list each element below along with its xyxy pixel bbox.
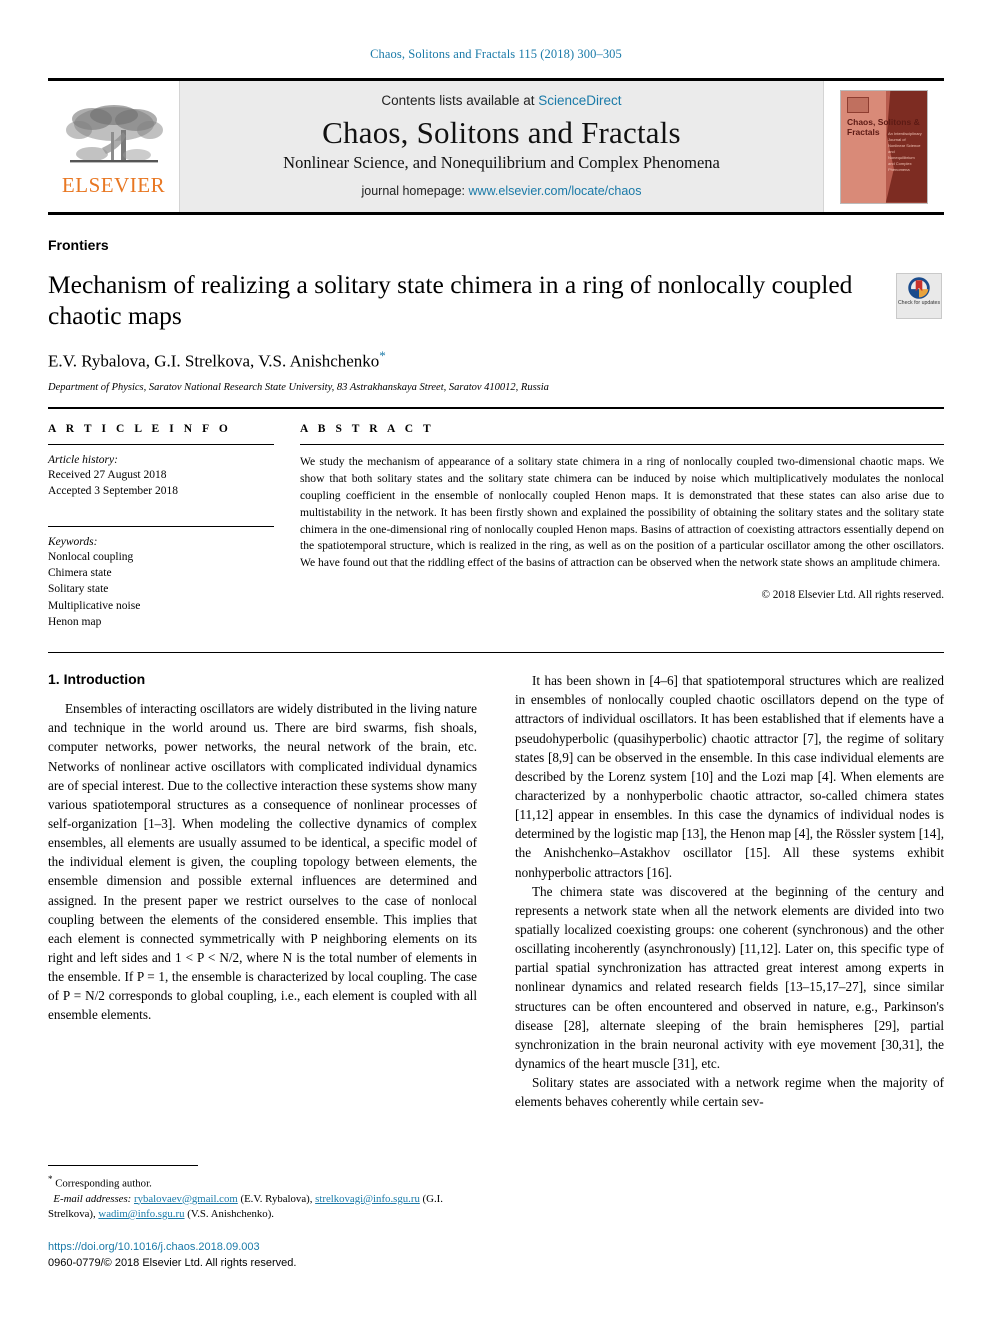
body-right-column: It has been shown in [4–6] that spatiote… xyxy=(515,671,944,1111)
email-link[interactable]: wadim@info.sgu.ru xyxy=(98,1208,184,1220)
contents-available-line: Contents lists available at ScienceDirec… xyxy=(381,93,621,108)
journal-cover-thumbnail: Chaos, Solitons & Fractals An Interdisci… xyxy=(823,81,944,212)
abstract-column: A B S T R A C T We study the mechanism o… xyxy=(300,423,944,630)
contents-prefix: Contents lists available at xyxy=(381,93,535,109)
corresponding-author-note: * Corresponding author. xyxy=(48,1173,473,1192)
cover-image: Chaos, Solitons & Fractals An Interdisci… xyxy=(840,89,928,204)
footnote-block: * Corresponding author. E-mail addresses… xyxy=(48,1164,473,1271)
keyword-item: Solitary state xyxy=(48,583,109,596)
journal-subtitle: Nonlinear Science, and Nonequilibrium an… xyxy=(283,152,720,172)
abstract-text: We study the mechanism of appearance of … xyxy=(300,454,944,570)
article-info-heading: A R T I C L E I N F O xyxy=(48,422,232,435)
body-columns: 1. Introduction Ensembles of interacting… xyxy=(48,671,944,1111)
keywords-rule xyxy=(48,525,274,527)
email-person: (E.V. Rybalova) xyxy=(240,1192,310,1205)
corresponding-author-text: Corresponding author. xyxy=(55,1177,152,1190)
title-row: Mechanism of realizing a solitary state … xyxy=(48,269,944,393)
article-history-received: Received 27 August 2018 xyxy=(48,468,167,481)
elsevier-wordmark: ELSEVIER xyxy=(61,172,166,197)
running-head: Chaos, Solitons and Fractals 115 (2018) … xyxy=(370,47,622,61)
sciencedirect-link[interactable]: ScienceDirect xyxy=(538,93,621,108)
paragraph: The chimera state was discovered at the … xyxy=(515,882,944,1073)
author-names: E.V. Rybalova, G.I. Strelkova, V.S. Anis… xyxy=(48,351,380,371)
masthead-center: Contents lists available at ScienceDirec… xyxy=(180,81,823,212)
email-addresses-note: E-mail addresses: rybalovaev@gmail.com (… xyxy=(48,1192,443,1220)
abstract-heading: A B S T R A C T xyxy=(300,422,435,435)
keyword-item: Nonlocal coupling xyxy=(48,550,134,563)
email-label: E-mail addresses: xyxy=(53,1192,132,1205)
keywords-label: Keywords: xyxy=(48,535,98,548)
page-title: Mechanism of realizing a solitary state … xyxy=(48,270,853,331)
homepage-prefix: journal homepage: xyxy=(361,183,466,198)
journal-title: Chaos, Solitons and Fractals xyxy=(322,115,681,151)
paragraph-text: Solitary states are associated with a ne… xyxy=(515,1075,944,1110)
article-history-label: Article history: xyxy=(48,453,118,466)
paragraph-text: It has been shown in [4–6] that spatiote… xyxy=(515,673,944,880)
article-info-rule xyxy=(48,443,274,445)
affiliation: Department of Physics, Saratov National … xyxy=(48,381,549,393)
journal-homepage-line: journal homepage: www.elsevier.com/locat… xyxy=(361,184,641,198)
paragraph: Solitary states are associated with a ne… xyxy=(515,1073,944,1111)
keywords-block: Keywords: Nonlocal coupling Chimera stat… xyxy=(48,525,274,631)
crossmark-box[interactable]: Check for updates xyxy=(896,273,942,319)
info-abstract-block: A R T I C L E I N F O Article history: R… xyxy=(48,423,944,630)
body-top-rule xyxy=(48,652,944,654)
paragraph: Ensembles of interacting oscillators are… xyxy=(48,699,477,1024)
email-link[interactable]: rybalovaev@gmail.com xyxy=(134,1193,238,1205)
article-info-column: A R T I C L E I N F O Article history: R… xyxy=(48,423,300,630)
cover-subtitle: An Interdisciplinary Journal of Nonlinea… xyxy=(888,130,922,172)
footnote-rule xyxy=(48,1164,198,1166)
article-history-accepted: Accepted 3 September 2018 xyxy=(48,485,178,498)
section-heading-introduction: 1. Introduction xyxy=(48,671,146,688)
paper-page: Chaos, Solitons and Fractals 115 (2018) … xyxy=(0,0,992,1323)
asterisk-icon: * xyxy=(48,1173,53,1184)
title-bottom-rule xyxy=(48,406,944,409)
article-section-label: Frontiers xyxy=(48,237,109,253)
abstract-copyright: © 2018 Elsevier Ltd. All rights reserved… xyxy=(761,589,945,602)
title-column: Mechanism of realizing a solitary state … xyxy=(48,269,896,393)
keyword-item: Henon map xyxy=(48,615,102,628)
crossmark-label: Check for updates xyxy=(897,300,941,306)
doi-block: https://doi.org/10.1016/j.chaos.2018.09.… xyxy=(48,1240,473,1271)
cover-elsevier-mark xyxy=(847,96,869,113)
body-left-column: 1. Introduction Ensembles of interacting… xyxy=(48,671,477,1111)
doi-link[interactable]: https://doi.org/10.1016/j.chaos.2018.09.… xyxy=(48,1240,473,1255)
keyword-item: Multiplicative noise xyxy=(48,599,141,612)
journal-masthead: ELSEVIER Contents lists available at Sci… xyxy=(48,78,944,215)
keyword-item: Chimera state xyxy=(48,566,112,579)
crossmark-badge[interactable]: Check for updates xyxy=(896,273,944,319)
elsevier-tree-icon xyxy=(65,104,163,162)
journal-homepage-link[interactable]: www.elsevier.com/locate/chaos xyxy=(469,184,642,198)
issn-copyright-line: 0960-0779/© 2018 Elsevier Ltd. All right… xyxy=(48,1256,297,1269)
paragraph-text: The chimera state was discovered at the … xyxy=(515,883,944,1071)
elsevier-logo: ELSEVIER xyxy=(48,81,180,212)
email-link[interactable]: strelkovagi@info.sgu.ru xyxy=(315,1193,420,1205)
corresponding-author-marker: * xyxy=(379,348,386,364)
email-person: (V.S. Anishchenko) xyxy=(187,1207,272,1220)
paragraph-text: Ensembles of interacting oscillators are… xyxy=(48,701,477,1023)
crossmark-icon xyxy=(908,277,930,299)
author-list: E.V. Rybalova, G.I. Strelkova, V.S. Anis… xyxy=(48,348,880,372)
paragraph: It has been shown in [4–6] that spatiote… xyxy=(515,671,944,882)
abstract-rule xyxy=(300,443,944,445)
